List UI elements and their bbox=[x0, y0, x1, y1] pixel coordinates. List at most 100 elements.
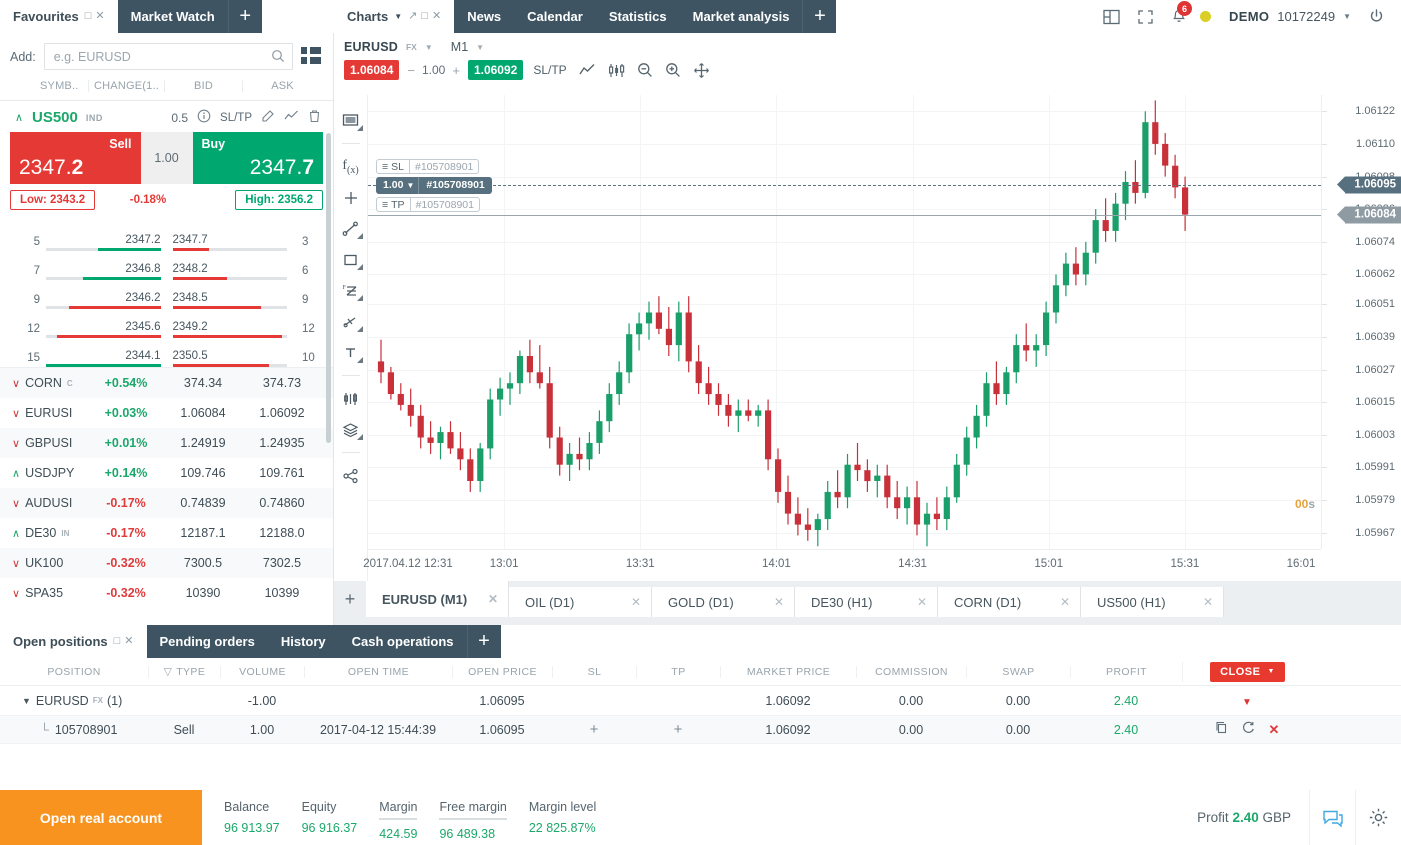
layers-icon[interactable] bbox=[334, 414, 368, 445]
symbol-ask[interactable]: 1.06092 bbox=[242, 406, 322, 420]
tab-favourites-icons[interactable]: □ ✕ bbox=[85, 11, 105, 22]
depth-ask-side[interactable]: 2350.5 bbox=[167, 350, 294, 367]
column-bid[interactable]: BID bbox=[164, 80, 242, 92]
zoom-in-icon[interactable] bbox=[665, 62, 681, 78]
popout-icon[interactable]: ↗ bbox=[408, 11, 417, 22]
edit-icon[interactable] bbox=[261, 109, 275, 126]
symbol-bid[interactable]: 109.746 bbox=[164, 466, 242, 480]
volume-input[interactable]: 1.00 bbox=[141, 132, 193, 184]
chart-plot-area[interactable]: ≡SL #105708901 1.00▼ #105708901 ≡TP #105… bbox=[368, 95, 1321, 549]
symbol-cell[interactable]: ∨GBPUSI bbox=[0, 436, 88, 450]
chevron-up-icon[interactable]: ∧ bbox=[12, 111, 26, 124]
gear-icon[interactable] bbox=[1355, 790, 1401, 845]
chart-type-icon[interactable] bbox=[334, 105, 368, 136]
chevron-down-icon[interactable]: ▼ bbox=[394, 12, 402, 21]
depth-ask-side[interactable]: 2349.2 bbox=[167, 321, 294, 338]
chart-volume-control[interactable]: − 1.00 + bbox=[399, 63, 468, 78]
chat-icon[interactable] bbox=[1309, 790, 1355, 845]
close-position-icon[interactable]: ✕ bbox=[1269, 722, 1280, 737]
chart-buy-button[interactable]: 1.06092 bbox=[468, 60, 523, 80]
positions-column-position[interactable]: POSITION bbox=[0, 666, 148, 678]
symbol-row[interactable]: ∨EURUSI+0.03%1.060841.06092 bbox=[0, 398, 333, 428]
position-detail-row[interactable]: └105708901Sell1.002017-04-12 15:44:391.0… bbox=[0, 715, 1401, 744]
symbol-bid[interactable]: 7300.5 bbox=[164, 556, 242, 570]
rectangle-icon[interactable] bbox=[334, 244, 368, 275]
restore-icon[interactable]: □ bbox=[85, 11, 92, 22]
symbol-cell[interactable]: ∨EURUSI bbox=[0, 406, 88, 420]
sl-tag[interactable]: ≡SL #105708901 bbox=[376, 159, 479, 174]
chevron-down-icon[interactable]: ∨ bbox=[12, 437, 20, 450]
symbol-row[interactable]: ∨SPA35-0.32%1039010399 bbox=[0, 578, 333, 608]
positions-column-open-time[interactable]: OPEN TIME bbox=[304, 666, 452, 678]
close-icon[interactable]: ✕ bbox=[95, 11, 104, 22]
close-icon[interactable]: ✕ bbox=[774, 595, 784, 609]
position-actions[interactable]: ✕ bbox=[1182, 721, 1312, 738]
depth-level[interactable]: 92346.22348.59 bbox=[10, 280, 323, 309]
symbol-ask[interactable]: 12188.0 bbox=[242, 526, 322, 540]
increase-volume-icon[interactable]: + bbox=[452, 63, 460, 78]
positions-column-profit[interactable]: PROFIT bbox=[1070, 666, 1182, 678]
crosshair-icon[interactable] bbox=[693, 62, 710, 79]
depth-ask-side[interactable]: 2348.2 bbox=[167, 263, 294, 280]
depth-level[interactable]: 72346.82348.26 bbox=[10, 251, 323, 280]
chart-symbol[interactable]: EURUSD bbox=[344, 40, 398, 54]
symbol-ask[interactable]: 10399 bbox=[242, 586, 322, 600]
menu-icon[interactable]: ≡ bbox=[382, 199, 388, 211]
decrease-volume-icon[interactable]: − bbox=[407, 63, 415, 78]
zoom-out-icon[interactable] bbox=[637, 62, 653, 78]
crosshair-add-icon[interactable] bbox=[334, 182, 368, 213]
tab-market-analysis[interactable]: Market analysis bbox=[680, 0, 803, 33]
add-chart-button[interactable]: + bbox=[334, 581, 366, 617]
chart-tab[interactable]: CORN (D1)✕ bbox=[938, 587, 1081, 617]
chevron-down-icon[interactable]: ∨ bbox=[12, 407, 20, 420]
symbol-ask[interactable]: 7302.5 bbox=[242, 556, 322, 570]
menu-icon[interactable]: ≡ bbox=[382, 161, 388, 173]
buy-button[interactable]: Buy 2347.7 bbox=[193, 132, 324, 184]
depth-level[interactable]: 152344.12350.510 bbox=[10, 338, 323, 367]
share-icon[interactable] bbox=[334, 460, 368, 491]
chart-sell-button[interactable]: 1.06084 bbox=[344, 60, 399, 80]
restore-icon[interactable]: □ bbox=[421, 11, 428, 22]
symbol-row[interactable]: ∨UK100-0.32%7300.57302.5 bbox=[0, 548, 333, 578]
indicators-fx-icon[interactable]: f(x) bbox=[334, 151, 368, 182]
positions-column-swap[interactable]: SWAP bbox=[966, 666, 1070, 678]
close-icon[interactable]: ✕ bbox=[432, 11, 441, 22]
chart-tab[interactable]: DE30 (H1)✕ bbox=[795, 587, 938, 617]
close-all-button[interactable]: CLOSE▼ bbox=[1210, 662, 1285, 682]
tab-news[interactable]: News bbox=[454, 0, 514, 33]
close-icon[interactable]: ✕ bbox=[1060, 595, 1070, 609]
cut-icon[interactable] bbox=[334, 306, 368, 337]
chevron-down-icon[interactable]: ▼ bbox=[406, 181, 414, 190]
chevron-down-icon[interactable]: ▼ bbox=[476, 43, 484, 52]
column-ask[interactable]: ASK bbox=[242, 80, 322, 92]
positions-column-type[interactable]: ▽TYPE bbox=[148, 666, 220, 678]
order-tags[interactable]: ≡SL #105708901 1.00▼ #105708901 ≡TP #105… bbox=[376, 157, 492, 214]
positions-column-tp[interactable]: TP bbox=[636, 666, 720, 678]
depth-bid-side[interactable]: 2346.2 bbox=[40, 292, 167, 309]
tab-pending-orders[interactable]: Pending orders bbox=[147, 625, 268, 658]
add-chart-tab-button[interactable]: + bbox=[802, 0, 836, 33]
positions-column-commission[interactable]: COMMISSION bbox=[856, 666, 966, 678]
account-selector[interactable]: DEMO 10172249 ▼ bbox=[1221, 6, 1359, 27]
chart-timeframe[interactable]: M1 bbox=[451, 40, 468, 54]
depth-ask-side[interactable]: 2347.7 bbox=[167, 234, 294, 251]
symbol-row[interactable]: ∧USDJPY+0.14%109.746109.761 bbox=[0, 458, 333, 488]
symbol-cell[interactable]: ∧DE30IN bbox=[0, 526, 88, 540]
chevron-down-icon[interactable]: ▼ bbox=[1267, 668, 1274, 675]
close-icon[interactable]: ✕ bbox=[124, 636, 133, 647]
tab-charts-icons[interactable]: ↗ □ ✕ bbox=[408, 11, 441, 22]
chart-tab[interactable]: GOLD (D1)✕ bbox=[652, 587, 795, 617]
tab-open-positions-icons[interactable]: □ ✕ bbox=[114, 636, 134, 647]
tab-statistics[interactable]: Statistics bbox=[596, 0, 680, 33]
symbol-row[interactable]: ∧DE30IN-0.17%12187.112188.0 bbox=[0, 518, 333, 548]
symbol-ask[interactable]: 0.74860 bbox=[242, 496, 322, 510]
featured-symbol-header[interactable]: ∧ US500 IND 0.5 SL/TP bbox=[10, 101, 323, 132]
caret-down-icon[interactable]: ▼ bbox=[1242, 697, 1252, 708]
position-group-row[interactable]: ▼EURUSDFX(1)-1.001.060951.060920.000.002… bbox=[0, 686, 1401, 715]
add-tp-icon[interactable]: + bbox=[674, 721, 683, 738]
chevron-up-icon[interactable]: ∧ bbox=[12, 467, 20, 480]
close-icon[interactable]: ✕ bbox=[488, 592, 498, 606]
open-real-account-button[interactable]: Open real account bbox=[0, 790, 202, 845]
chevron-up-icon[interactable]: ∧ bbox=[12, 527, 20, 540]
symbol-bid[interactable]: 0.74839 bbox=[164, 496, 242, 510]
